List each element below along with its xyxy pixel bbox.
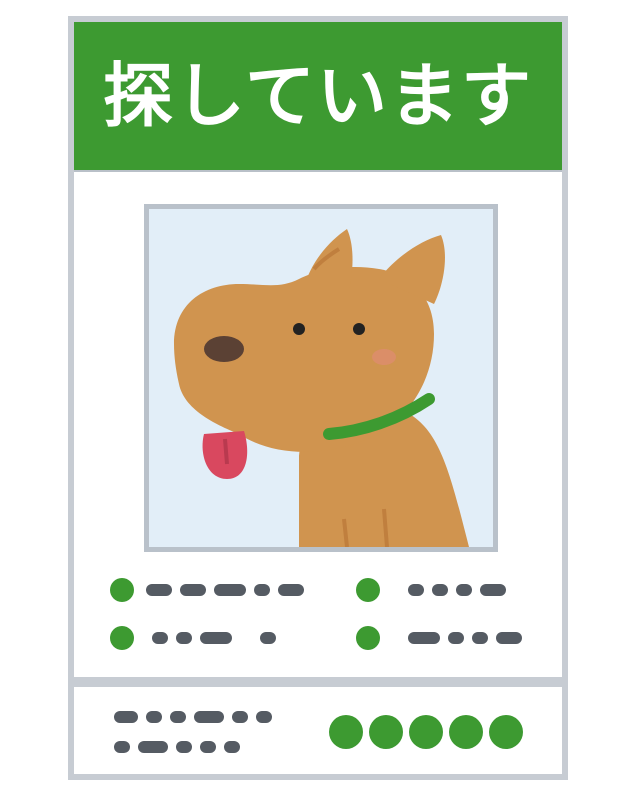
- info-lines: [110, 578, 522, 650]
- text-dash-icon: [180, 584, 206, 596]
- green-dot-icon: [329, 715, 363, 749]
- green-dot-icon: [409, 715, 443, 749]
- green-dot-icon: [449, 715, 483, 749]
- text-dash-icon: [256, 711, 272, 723]
- green-dot-icon: [356, 626, 380, 650]
- footer-lines: [114, 711, 523, 753]
- text-dash-icon: [456, 584, 472, 596]
- text-dash-icon: [432, 584, 448, 596]
- text-dash-icon: [232, 711, 248, 723]
- text-dash-icon: [200, 632, 232, 644]
- text-dash-icon: [176, 741, 192, 753]
- text-dash-icon: [114, 741, 130, 753]
- text-dash-icon: [170, 711, 186, 723]
- dog-icon: [149, 209, 493, 547]
- pet-photo: [144, 204, 498, 552]
- text-dash-icon: [200, 741, 216, 753]
- text-dash-icon: [146, 711, 162, 723]
- text-dash-icon: [176, 632, 192, 644]
- text-dash-icon: [224, 741, 240, 753]
- text-dash-icon: [260, 632, 276, 644]
- text-dash-icon: [480, 584, 506, 596]
- footer-section: [74, 687, 562, 780]
- green-dot-icon: [489, 715, 523, 749]
- text-dash-icon: [496, 632, 522, 644]
- text-dash-icon: [194, 711, 224, 723]
- green-dot-icon: [110, 578, 134, 602]
- text-dash-icon: [254, 584, 270, 596]
- section-divider: [74, 677, 562, 687]
- text-dash-icon: [408, 584, 424, 596]
- green-dot-icon: [110, 626, 134, 650]
- green-dot-icon: [369, 715, 403, 749]
- text-dash-icon: [146, 584, 172, 596]
- text-dash-icon: [278, 584, 304, 596]
- poster-header: 探しています: [74, 22, 562, 172]
- text-dash-icon: [214, 584, 246, 596]
- text-dash-icon: [472, 632, 488, 644]
- poster-title: 探しています: [103, 55, 533, 137]
- text-dash-icon: [448, 632, 464, 644]
- text-dash-icon: [114, 711, 138, 723]
- text-dash-icon: [152, 632, 168, 644]
- info-section: [74, 572, 562, 682]
- green-dot-icon: [356, 578, 380, 602]
- missing-poster: 探しています: [68, 16, 568, 780]
- text-dash-icon: [138, 741, 168, 753]
- text-dash-icon: [408, 632, 440, 644]
